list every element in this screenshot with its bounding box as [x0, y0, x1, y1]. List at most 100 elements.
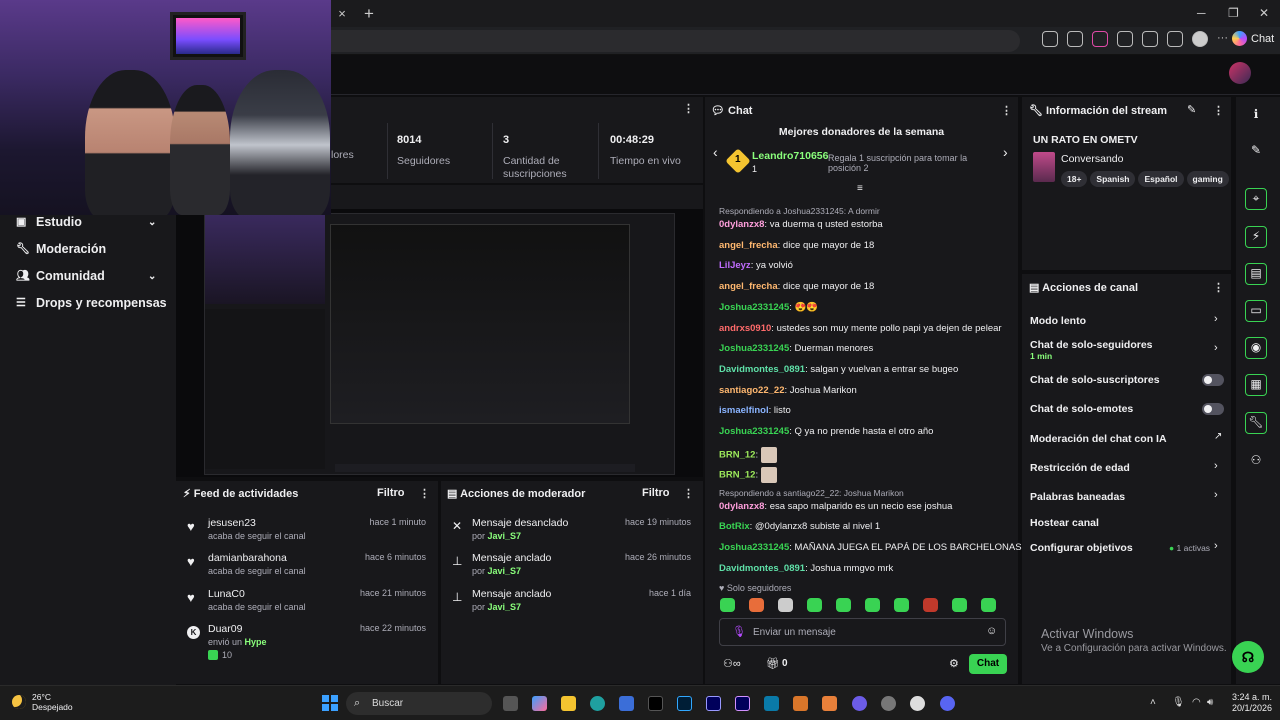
users-icon[interactable]: ⚇∞ — [723, 657, 741, 670]
info-icon[interactable]: ℹ — [1246, 104, 1266, 124]
chat-username[interactable]: Joshua2331245 — [719, 542, 789, 553]
taskbar-search[interactable]: ⌕ Buscar — [346, 692, 492, 715]
clip-icon[interactable]: ⌖ — [1245, 188, 1267, 210]
slow-mode-item[interactable]: Modo lento — [1030, 315, 1086, 327]
chat-message[interactable]: Joshua2331245: Q ya no prende hasta el o… — [719, 426, 933, 437]
chevron-right-icon[interactable]: › — [1214, 313, 1218, 325]
app-icon[interactable] — [764, 696, 779, 711]
chat-message[interactable]: BotRix: @0dylanzx8 subiste al nivel 1 — [719, 521, 880, 532]
edge-icon[interactable] — [590, 696, 605, 711]
mic-icon[interactable]: 🎙︎ — [732, 625, 746, 638]
chat-username[interactable]: andrxs0910 — [719, 323, 771, 334]
chat-message[interactable]: BRN_12: — [719, 446, 777, 463]
emote-icon[interactable] — [778, 598, 793, 612]
chat-message[interactable]: Joshua2331245: 😍😍 — [719, 302, 818, 313]
chevron-right-icon[interactable]: › — [1214, 540, 1218, 552]
emote-icon[interactable] — [894, 598, 909, 612]
list-item[interactable]: ⊥ Mensaje anclado por Javi_S7 hace 26 mi… — [452, 552, 697, 586]
close-window-icon[interactable]: ✕ — [1259, 6, 1269, 20]
app-icon[interactable] — [881, 696, 896, 711]
chat-username[interactable]: 0dylanzx8 — [719, 501, 764, 512]
layout-icon[interactable]: ▦ — [1245, 374, 1267, 396]
task-view-icon[interactable] — [503, 696, 518, 711]
mod-menu-icon[interactable]: ⋮ — [683, 487, 694, 500]
chat-message[interactable]: Joshua2331245: MAÑANA JUEGA EL PAPÁ DE L… — [719, 542, 1022, 553]
read-aloud-icon[interactable] — [1042, 31, 1058, 47]
gift-icon[interactable]: 🎁︎ — [766, 657, 780, 670]
new-tab-button[interactable]: + — [364, 4, 374, 24]
volume-icon[interactable]: 🔊︎ — [1207, 697, 1213, 708]
goals-item[interactable]: Configurar objetivos — [1030, 542, 1133, 554]
emote-icon[interactable] — [952, 598, 967, 612]
chat-message[interactable]: andrxs0910: ustedes son muy mente pollo … — [719, 323, 1002, 334]
activity-menu-icon[interactable]: ⋮ — [419, 487, 430, 500]
premiere-icon[interactable] — [706, 696, 721, 711]
chat-message[interactable]: ismaelfinol: listo — [719, 405, 791, 416]
clock[interactable]: 3:24 a. m. 20/1/2026 — [1222, 692, 1272, 714]
list-item[interactable]: ♥ LunaC0 acaba de seguir el canal hace 2… — [187, 588, 432, 622]
chat-username[interactable]: ismaelfinol — [719, 405, 769, 416]
chat-username[interactable]: BRN_12 — [719, 470, 755, 481]
mod-filter-button[interactable]: Filtro — [642, 487, 670, 499]
chevron-right-icon[interactable]: › — [1214, 342, 1218, 354]
tag[interactable]: 18+ — [1061, 171, 1088, 187]
tag[interactable]: gaming — [1186, 171, 1229, 187]
emote-icon[interactable] — [981, 598, 996, 612]
emote-icon[interactable] — [836, 598, 851, 612]
chevron-left-icon[interactable]: ‹ — [713, 144, 718, 160]
maximize-icon[interactable]: ❐ — [1228, 6, 1239, 20]
chat-bubble-icon[interactable]: ▭ — [1245, 300, 1267, 322]
list-item[interactable]: ✕ Mensaje desanclado por Javi_S7 hace 19… — [452, 517, 697, 551]
file-explorer-icon[interactable] — [561, 696, 576, 711]
emoji-icon[interactable]: ☺ — [986, 625, 997, 637]
chat-message[interactable]: angel_frecha: dice que mayor de 18 — [719, 240, 874, 251]
nav-item-estudio[interactable]: ▣ Estudio ⌄ — [16, 215, 156, 229]
chat-username[interactable]: LilJeyz — [719, 260, 751, 271]
profile-icon[interactable] — [1192, 31, 1208, 47]
wifi-icon[interactable]: ◠ — [1192, 697, 1201, 708]
list-item[interactable]: ♥ damianbarahona acaba de seguir el cana… — [187, 552, 432, 586]
edit-icon[interactable]: ✎ — [1246, 140, 1266, 160]
extension-icon[interactable] — [1092, 31, 1108, 47]
more-icon[interactable]: ··· — [1217, 31, 1233, 47]
chat-menu-icon[interactable]: ⋮ — [1001, 104, 1012, 117]
channel-actions-menu-icon[interactable]: ⋮ — [1213, 281, 1224, 294]
extensions-icon[interactable] — [1142, 31, 1158, 47]
chat-message[interactable]: 0dylanzx8: va duerma q usted estorba — [719, 219, 883, 230]
chat-message[interactable]: Davidmontes_0891: salgan y vuelvan a ent… — [719, 364, 958, 375]
chat-send-button[interactable]: Chat — [969, 654, 1007, 674]
chat-message[interactable]: 0dylanzx8: esa sapo malparido es un neci… — [719, 501, 952, 512]
chat-username[interactable]: Joshua2331245 — [719, 426, 789, 437]
subs-only-toggle[interactable] — [1202, 374, 1224, 386]
emote-icon[interactable] — [923, 598, 938, 612]
document-icon[interactable]: ▤ — [1245, 263, 1267, 285]
stream-info-menu-icon[interactable]: ⋮ — [1213, 104, 1224, 117]
emotes-only-toggle[interactable] — [1202, 403, 1224, 415]
chat-message[interactable]: santiago22_22: Joshua Marikon — [719, 385, 857, 396]
refresh-icon[interactable] — [1117, 31, 1133, 47]
nav-item-comunidad[interactable]: 👥︎ Comunidad ⌄ — [16, 269, 156, 283]
emote-icon[interactable] — [720, 598, 735, 612]
followers-only-item[interactable]: Chat de solo-seguidores — [1030, 339, 1153, 351]
tray-chevron-icon[interactable]: ˄ — [1150, 697, 1156, 708]
broadcast-icon[interactable]: ◉ — [1245, 337, 1267, 359]
chat-username[interactable]: BotRix — [719, 521, 750, 532]
nav-item-moderacion[interactable]: 🔧︎ Moderación — [16, 242, 106, 256]
edit-icon[interactable]: ✎ — [1187, 103, 1196, 116]
favorite-icon[interactable] — [1067, 31, 1083, 47]
stream-preview[interactable] — [176, 209, 703, 477]
weather-widget[interactable]: 26°C Despejado — [12, 692, 73, 712]
lightning-icon[interactable]: ⚡︎ — [1245, 226, 1267, 248]
list-item[interactable]: ♥ jesusen23 acaba de seguir el canal hac… — [187, 517, 432, 551]
store-icon[interactable] — [619, 696, 634, 711]
after-effects-icon[interactable] — [735, 696, 750, 711]
chat-username[interactable]: 0dylanzx8 — [719, 219, 764, 230]
copilot-button[interactable]: Chat — [1232, 31, 1274, 46]
emote-icon[interactable] — [749, 598, 764, 612]
address-bar[interactable] — [330, 30, 1020, 52]
vlc-icon[interactable] — [822, 696, 837, 711]
chat-message[interactable]: BRN_12: — [719, 467, 777, 484]
category-name[interactable]: Conversando — [1061, 153, 1123, 165]
photoshop-icon[interactable] — [677, 696, 692, 711]
chat-username[interactable]: angel_frecha — [719, 281, 778, 292]
